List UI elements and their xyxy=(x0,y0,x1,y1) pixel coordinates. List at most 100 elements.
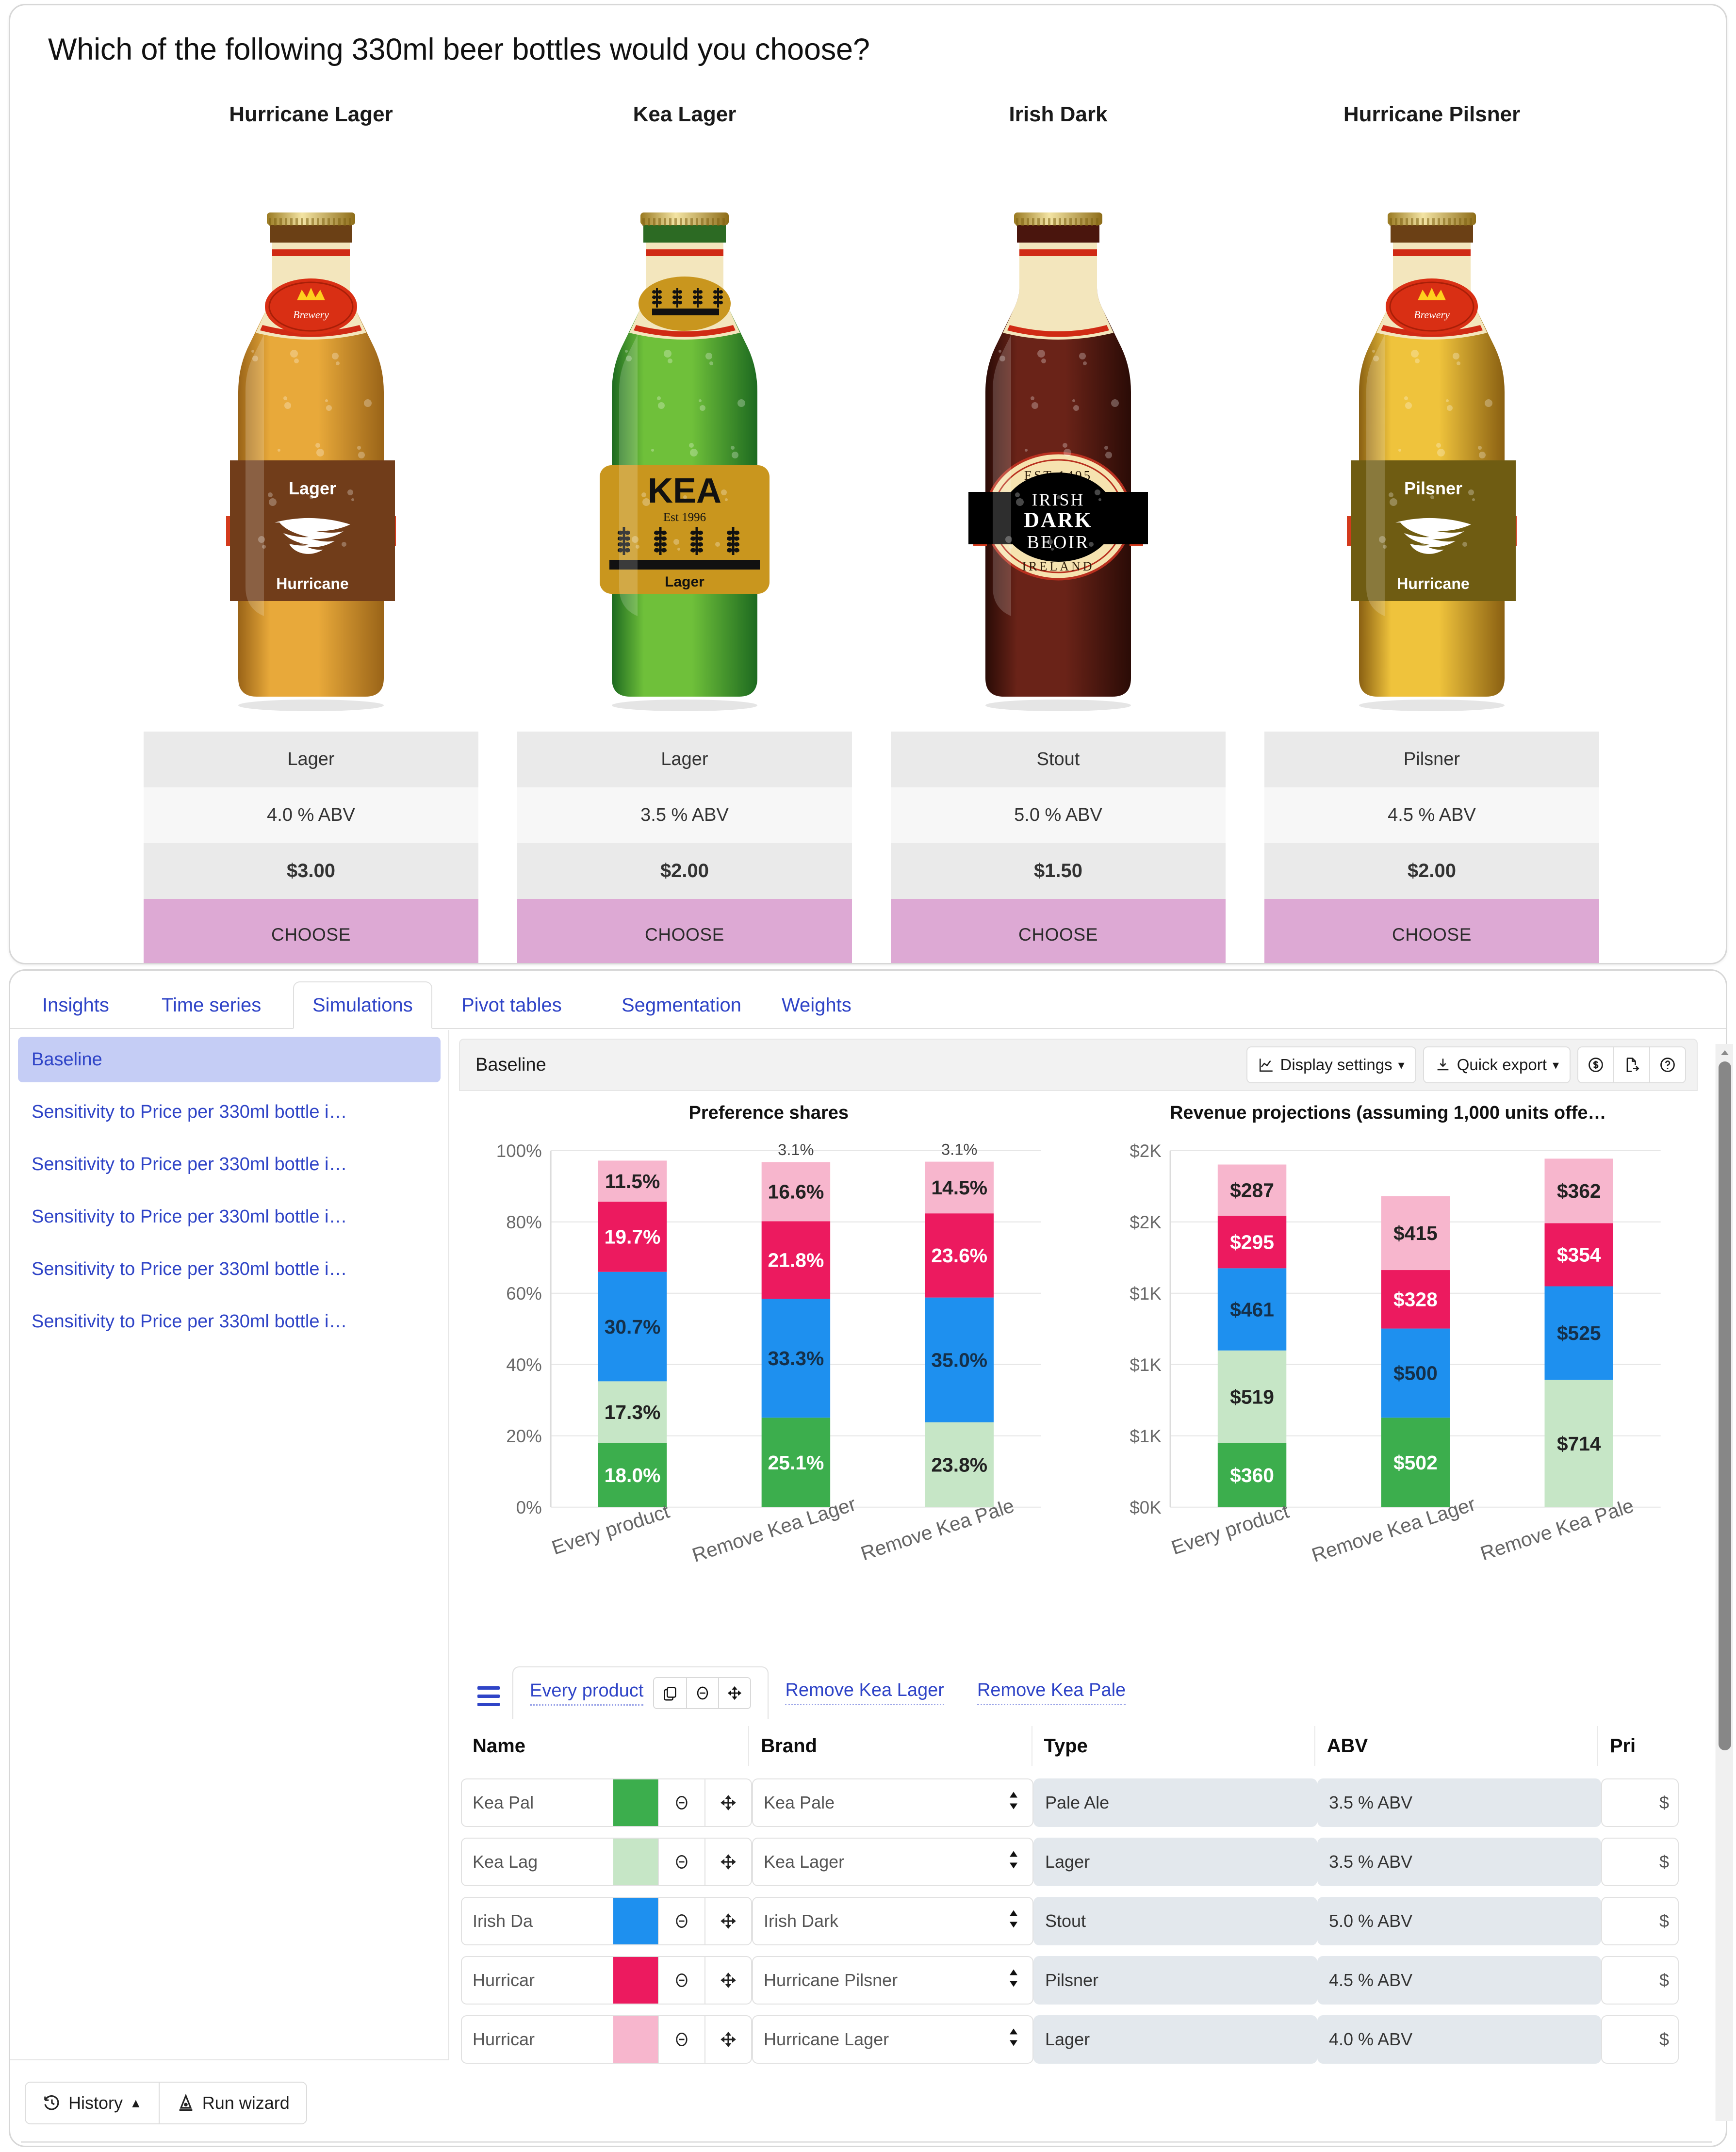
quick-export-label: Quick export xyxy=(1457,1056,1547,1074)
panel-vertical-scrollbar[interactable] xyxy=(1716,1044,1733,2121)
file-export-icon xyxy=(1626,1058,1639,1072)
name-input-group[interactable]: Irish Da xyxy=(461,1897,752,1945)
price-input[interactable]: $ xyxy=(1601,1838,1679,1886)
svg-text:$1K: $1K xyxy=(1130,1355,1162,1375)
price-input[interactable]: $ xyxy=(1601,2015,1679,2064)
name-input-group[interactable]: Hurricar xyxy=(461,1956,752,2005)
product-bottle-image: Brewery Pilsner Hurricane xyxy=(1264,140,1599,732)
history-caret-icon: ▲ xyxy=(130,2095,142,2110)
choose-button[interactable]: CHOOSE xyxy=(891,899,1226,963)
brand-select[interactable]: Hurricane Lager xyxy=(752,2015,1033,2064)
dollar-circle-icon xyxy=(1589,1058,1603,1072)
svg-text:80%: 80% xyxy=(506,1212,542,1232)
simulation-header: Baseline Display settings ▾ Quick export… xyxy=(459,1039,1698,1091)
color-swatch[interactable] xyxy=(613,1898,658,1944)
table-column-header: Type xyxy=(1031,1726,1314,1766)
brand-select[interactable]: Irish Dark xyxy=(752,1897,1033,1945)
help-button[interactable] xyxy=(1649,1047,1685,1082)
scenario-tab[interactable]: Every product xyxy=(512,1666,769,1719)
svg-text:100%: 100% xyxy=(496,1141,542,1161)
drag-handle[interactable] xyxy=(704,1957,751,2004)
drag-handle[interactable] xyxy=(704,1839,751,1885)
sidebar-item[interactable]: Sensitivity to Price per 330ml bottle i… xyxy=(18,1141,441,1187)
name-input[interactable]: Irish Da xyxy=(462,1898,613,1944)
scenario-tab-label: Remove Kea Pale xyxy=(977,1680,1126,1705)
svg-text:$415: $415 xyxy=(1393,1222,1437,1244)
name-input[interactable]: Hurricar xyxy=(462,2016,613,2063)
svg-text:$362: $362 xyxy=(1556,1180,1601,1202)
tab-insights[interactable]: Insights xyxy=(24,981,128,1029)
price-input[interactable]: $ xyxy=(1601,1897,1679,1945)
scenario-tab[interactable]: Remove Kea Lager xyxy=(769,1666,960,1719)
svg-text:$295: $295 xyxy=(1230,1231,1274,1253)
duplicate-icon[interactable] xyxy=(654,1678,687,1708)
type-value: Lager xyxy=(1033,1838,1317,1886)
name-input-group[interactable]: Kea Pal xyxy=(461,1778,752,1827)
price-input[interactable]: $ xyxy=(1601,1778,1679,1827)
tab-pivot-tables[interactable]: Pivot tables xyxy=(443,981,580,1029)
choose-button[interactable]: CHOOSE xyxy=(1264,899,1599,963)
tab-weights[interactable]: Weights xyxy=(763,981,870,1029)
color-swatch[interactable] xyxy=(613,1779,658,1826)
cell-price: $ xyxy=(1601,1778,1689,1827)
brand-select[interactable]: Hurricane Pilsner xyxy=(752,1956,1033,2005)
table-menu-icon[interactable] xyxy=(477,1686,500,1706)
sidebar-footer: History ▲ Run wizard xyxy=(10,2059,449,2146)
svg-text:IRISH: IRISH xyxy=(1032,490,1084,509)
scenario-tabs: Every product Remove Kea Lager Remove Kea… xyxy=(461,1665,1698,1719)
remove-row-button[interactable] xyxy=(658,2016,704,2063)
color-swatch[interactable] xyxy=(613,2016,658,2063)
select-arrows-icon xyxy=(1007,2028,1020,2052)
currency-button[interactable] xyxy=(1578,1047,1613,1082)
name-input[interactable]: Kea Laɡ xyxy=(462,1839,613,1885)
drag-handle[interactable] xyxy=(704,2016,751,2063)
drag-handle[interactable] xyxy=(704,1898,751,1944)
drag-handle[interactable] xyxy=(704,1779,751,1826)
display-settings-button[interactable]: Display settings ▾ xyxy=(1247,1047,1415,1082)
remove-row-button[interactable] xyxy=(658,1957,704,2004)
cell-type: Stout xyxy=(1033,1897,1317,1945)
remove-row-button[interactable] xyxy=(658,1839,704,1885)
type-value: Pilsner xyxy=(1033,1956,1317,2005)
export-file-button[interactable] xyxy=(1613,1047,1649,1082)
choose-button[interactable]: CHOOSE xyxy=(144,899,478,963)
scenario-tab[interactable]: Remove Kea Pale xyxy=(961,1666,1142,1719)
remove-icon[interactable] xyxy=(686,1678,719,1708)
brand-select[interactable]: Kea Lager xyxy=(752,1838,1033,1886)
remove-row-button[interactable] xyxy=(658,1898,704,1944)
sidebar-item[interactable]: Sensitivity to Price per 330ml bottle i… xyxy=(18,1194,441,1239)
select-arrows-icon xyxy=(1007,1791,1020,1815)
remove-row-button[interactable] xyxy=(658,1779,704,1826)
name-input[interactable]: Hurricar xyxy=(462,1957,613,2004)
sidebar-item[interactable]: Sensitivity to Price per 330ml bottle i… xyxy=(18,1299,441,1344)
chevron-down-icon: ▾ xyxy=(1398,1057,1405,1072)
color-swatch[interactable] xyxy=(613,1839,658,1885)
tab-simulations[interactable]: Simulations xyxy=(293,981,432,1029)
panel-tabbar: Insights Time series Simulations Pivot tabl… xyxy=(10,971,1726,1029)
quick-export-button[interactable]: Quick export ▾ xyxy=(1424,1047,1570,1082)
move-icon[interactable] xyxy=(718,1678,751,1708)
choose-button[interactable]: CHOOSE xyxy=(517,899,852,963)
product-abv: 5.0 % ABV xyxy=(891,787,1226,843)
tab-time-series[interactable]: Time series xyxy=(143,981,279,1029)
tab-segmentation[interactable]: Segmentation xyxy=(603,981,760,1029)
brand-select[interactable]: Kea Pale xyxy=(752,1778,1033,1827)
scrollbar-thumb[interactable] xyxy=(1719,1061,1731,1750)
run-wizard-button[interactable]: Run wizard xyxy=(158,2083,306,2123)
product-abv: 4.5 % ABV xyxy=(1264,787,1599,843)
name-input-group[interactable]: Kea Laɡ xyxy=(461,1838,752,1886)
color-swatch[interactable] xyxy=(613,1957,658,2004)
survey-card: Which of the following 330ml beer bottle… xyxy=(9,4,1727,964)
svg-text:$360: $360 xyxy=(1230,1464,1274,1486)
name-input-group[interactable]: Hurricar xyxy=(461,2015,752,2064)
sidebar-footer-buttons: History ▲ Run wizard xyxy=(25,2082,307,2124)
price-input[interactable]: $ xyxy=(1601,1956,1679,2005)
sidebar-item[interactable]: Sensitivity to Price per 330ml bottle i… xyxy=(18,1246,441,1292)
scroll-up-arrow-icon[interactable] xyxy=(1719,1047,1731,1059)
sidebar-item[interactable]: Baseline xyxy=(18,1037,441,1082)
cell-name: Hurricar xyxy=(461,1956,752,2005)
history-button[interactable]: History ▲ xyxy=(26,2083,159,2123)
cell-brand: Kea Pale xyxy=(752,1778,1033,1827)
name-input[interactable]: Kea Pal xyxy=(462,1779,613,1826)
sidebar-item[interactable]: Sensitivity to Price per 330ml bottle i… xyxy=(18,1089,441,1135)
